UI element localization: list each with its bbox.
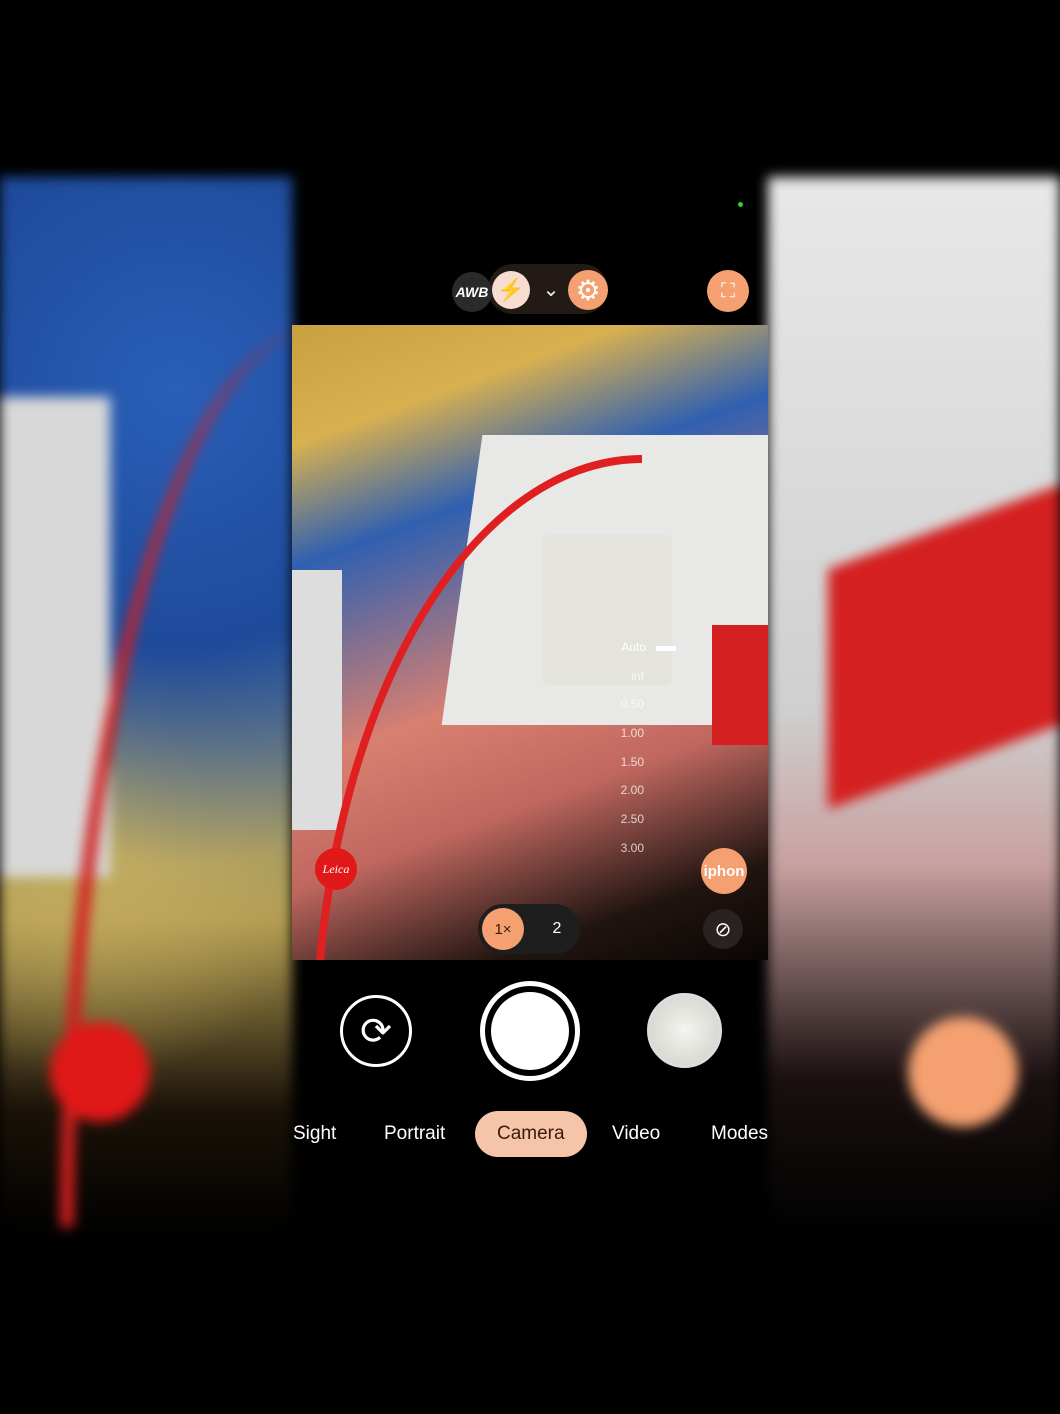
gallery-thumbnail[interactable] [647,993,722,1068]
mode-modes[interactable]: Modes [711,1111,768,1157]
motion-photo-off-auto-icon[interactable]: ⊘ [703,909,743,949]
awb-button[interactable]: AWB [452,272,492,312]
viewfinder[interactable] [292,325,768,960]
awb-label: AWB [455,284,489,300]
mode-video[interactable]: Video [612,1111,660,1157]
blurred-preview-right [768,177,1060,1237]
focus-indicator[interactable] [656,646,676,651]
shutter-button[interactable] [480,981,580,1081]
switch-camera-button[interactable]: ⟳ [340,995,412,1067]
focus-tick: 1.50 [620,754,644,769]
focus-tick: 0.50 [620,697,644,712]
focus-tick: inf [631,668,644,683]
flip-camera-icon: ⟳ [360,1010,392,1053]
focus-tick: 1.00 [620,726,644,741]
iphone-badge-button[interactable]: iphon [701,848,747,894]
focus-distance-scale[interactable]: Auto inf 0.50 1.00 1.50 2.00 2.50 3.00 [610,640,646,870]
zoom-selector: 1× 2 [478,904,580,954]
mode-selector: Sight Portrait Camera Video Modes [292,1111,768,1157]
focus-tick: 2.50 [620,812,644,827]
leica-label: Leica [322,861,350,876]
mode-portrait[interactable]: Portrait [384,1111,445,1157]
zoom-label: 1× [494,920,512,938]
iphone-label: iphon [703,862,745,880]
gear-icon[interactable]: ⚙ [568,270,608,310]
mode-camera[interactable]: Camera [475,1111,587,1157]
flash-icon[interactable]: ⚡ [492,271,530,309]
zoom-1x-button[interactable]: 1× [482,908,524,950]
zoom-2x-button[interactable]: 2 [536,908,578,950]
focus-auto-label: Auto [621,640,646,654]
blurred-preview-left [0,177,292,1237]
privacy-indicator [738,202,743,207]
chevron-down-icon[interactable]: ⌄ [536,274,566,304]
focus-tick: 3.00 [620,840,644,855]
mode-sight[interactable]: Sight [293,1111,336,1157]
zoom-label: 2 [552,920,562,937]
focus-tick: 2.00 [620,783,644,798]
lens-scan-icon[interactable]: ⛶ [707,270,749,312]
leica-badge-button[interactable]: Leica [315,848,357,890]
